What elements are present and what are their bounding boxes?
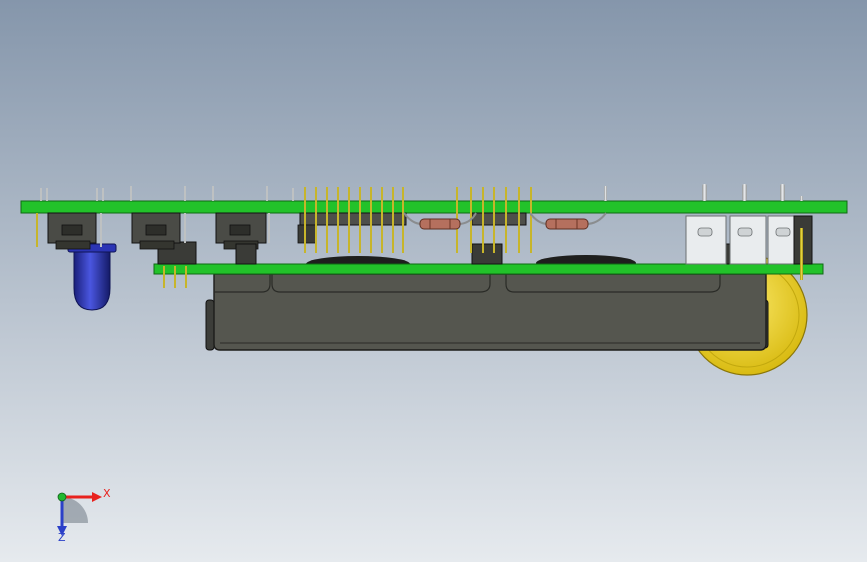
triad-z-label: Z — [58, 531, 66, 544]
battery-holder-housing — [205, 273, 769, 351]
ic-socket — [471, 212, 527, 226]
standoff — [235, 243, 257, 265]
standoff — [471, 243, 503, 265]
triad-x-label: X — [103, 487, 111, 500]
upper-pcb — [20, 200, 848, 214]
cad-viewport[interactable]: X Z — [0, 0, 867, 562]
lower-pcb — [153, 263, 824, 275]
pcb-assembly-side-view — [0, 0, 867, 562]
